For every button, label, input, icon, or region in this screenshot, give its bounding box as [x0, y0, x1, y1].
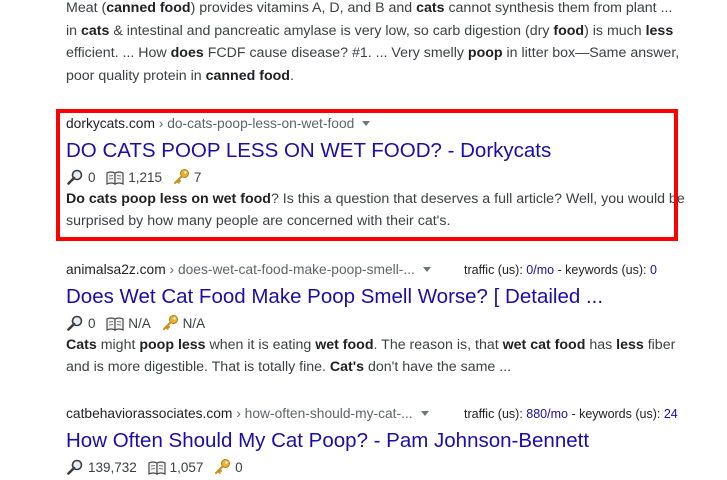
seo-stats: 139,732 1,057 0	[66, 458, 686, 476]
bold-term: canned food	[205, 67, 290, 84]
snippet-text: . The reason is, that	[373, 337, 503, 353]
bold-term: Cat's	[329, 359, 365, 375]
result-title-link[interactable]: Does Wet Cat Food Make Poop Smell Worse?…	[66, 284, 686, 310]
bold-term: poop less	[139, 337, 206, 353]
chevron-down-icon[interactable]	[422, 267, 431, 272]
key-stat: 0	[214, 458, 243, 480]
magnifier-icon	[66, 459, 84, 480]
result-url: catbehaviorassociates.com › how-often-sh…	[66, 405, 686, 423]
bold-term: food	[553, 22, 585, 39]
result-description: Cats might poop less when it is eating w…	[66, 334, 686, 378]
previous-result-snippet: Meat (canned food) provides vitamins A, …	[66, 0, 686, 87]
search-stat: 0	[66, 315, 96, 336]
bold-term: canned food	[106, 0, 191, 16]
traffic-info: traffic (us): 880/mo - keywords (us): 24	[464, 407, 678, 421]
bold-term: poop	[467, 45, 503, 61]
book-stat: N/A	[106, 315, 151, 336]
search-stat: 139,732	[66, 459, 137, 480]
bold-term: wet cat food	[502, 337, 586, 353]
snippet-text: .	[289, 67, 294, 84]
keywords-value[interactable]: 24	[664, 407, 678, 421]
snippet-text: & intestinal and pancreatic amylase is v…	[109, 22, 554, 39]
bold-term: does	[170, 45, 204, 61]
book-stat: 1,057	[147, 459, 203, 480]
snippet-text: ) is much	[584, 22, 646, 39]
key-icon	[162, 314, 179, 336]
seo-stats: 0 N/A N/A	[66, 314, 686, 332]
bold-term: cats	[416, 0, 445, 16]
bold-term: less	[645, 22, 674, 39]
search-result-animalsa2z: animalsa2z.com › does-wet-cat-food-make-…	[66, 261, 686, 378]
chevron-down-icon[interactable]	[420, 411, 429, 416]
bold-term: less	[616, 337, 644, 353]
snippet-text: when it is eating	[205, 337, 316, 353]
magnifier-icon	[66, 315, 84, 336]
traffic-info: traffic (us): 0/mo - keywords (us): 0	[464, 263, 657, 277]
result-breadcrumb: › does-wet-cat-food-make-poop-smell-...	[165, 262, 415, 277]
result-breadcrumb: › how-often-should-my-cat-...	[232, 406, 413, 421]
traffic-value[interactable]: 880/mo	[526, 407, 568, 421]
traffic-value[interactable]: 0/mo	[526, 263, 554, 277]
snippet-text: ) provides vitamins A, D, and B and	[190, 0, 417, 16]
result-domain: animalsa2z.com	[66, 262, 166, 277]
snippet-text: efficient. ... How	[66, 45, 171, 61]
keywords-value[interactable]: 0	[650, 263, 657, 277]
highlight-box	[56, 109, 678, 241]
key-stat: N/A	[162, 314, 205, 336]
result-url: animalsa2z.com › does-wet-cat-food-make-…	[66, 261, 686, 279]
search-result-catbehaviorassociates: catbehaviorassociates.com › how-often-sh…	[66, 405, 686, 476]
bold-term: wet food	[315, 337, 374, 353]
bold-term: Cats	[66, 337, 97, 353]
snippet-text: don't have the same ...	[364, 359, 512, 375]
result-title-link[interactable]: How Often Should My Cat Poop? - Pam John…	[66, 428, 686, 454]
book-icon	[147, 461, 166, 480]
key-icon	[214, 458, 231, 480]
snippet-text: Meat (	[66, 0, 107, 16]
snippet-text: has	[585, 337, 617, 353]
result-domain: catbehaviorassociates.com	[66, 406, 233, 421]
bold-term: cats	[80, 22, 110, 39]
snippet-text: might	[96, 337, 140, 353]
snippet-text: FCDF cause disease? #1. ... Very smelly	[203, 45, 468, 61]
